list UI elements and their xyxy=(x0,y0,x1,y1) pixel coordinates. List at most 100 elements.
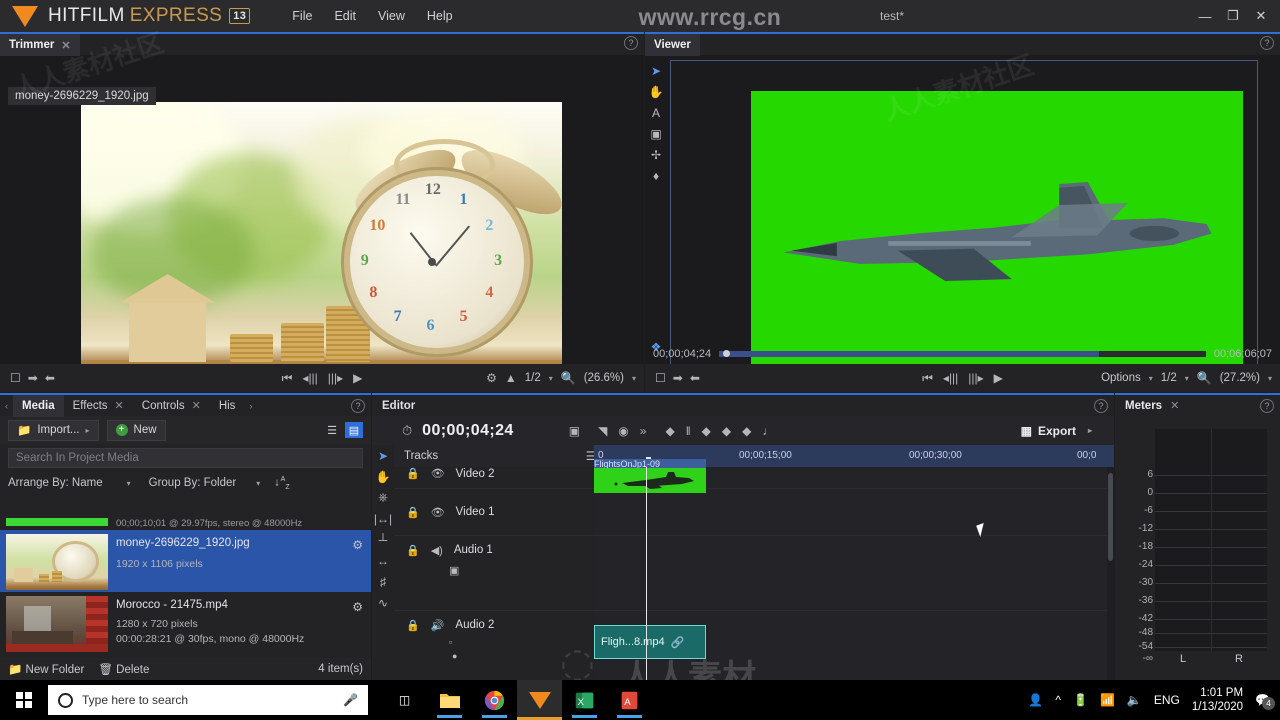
file-explorer-icon[interactable] xyxy=(427,680,472,720)
tab-effects[interactable]: Effects ✕ xyxy=(64,395,133,417)
hand-icon[interactable]: ✋ xyxy=(372,466,394,487)
loop-icon[interactable]: ☐ xyxy=(10,372,21,384)
keyframe-diamond-icon[interactable]: ◆ xyxy=(722,425,731,437)
step-back-icon[interactable]: ◂||| xyxy=(943,372,958,384)
export-button[interactable]: ▦ Export ▸ xyxy=(1021,424,1092,438)
timeline-row-audio1[interactable] xyxy=(594,536,1114,611)
tab-viewer[interactable]: Viewer xyxy=(645,34,700,56)
keyframe-diamond2-icon[interactable]: ◆ xyxy=(742,425,751,437)
chevron-down-icon-2[interactable]: ▾ xyxy=(632,374,636,383)
slip-icon[interactable]: ⎈ xyxy=(372,487,394,508)
help-icon[interactable]: ? xyxy=(1094,399,1108,413)
marker-record-icon[interactable]: ◉ xyxy=(618,425,628,437)
tabs-scroll-left-icon[interactable]: ‹ xyxy=(0,401,13,411)
chevron-down-icon-3[interactable]: ▾ xyxy=(1268,374,1272,383)
skip-start-icon[interactable]: ⏮ xyxy=(922,372,933,384)
microphone-icon[interactable]: 🎤 xyxy=(343,693,358,707)
excel-icon[interactable]: X xyxy=(562,680,607,720)
rate-curve-icon[interactable]: ∿ xyxy=(372,592,394,613)
loop-icon[interactable]: ☐ xyxy=(655,372,666,384)
list-item[interactable]: money-2696229_1920.jpg 1920 x 1106 pixel… xyxy=(0,530,371,592)
lock-icon[interactable]: 🔒 xyxy=(406,544,420,557)
set-in-icon[interactable]: ➡ xyxy=(28,372,38,384)
trimmer-quality[interactable]: 1/2 xyxy=(525,372,541,384)
keyframe-dot-icon[interactable]: ● xyxy=(452,651,457,661)
viewer-scrubber[interactable] xyxy=(719,350,1206,357)
viewer-options-label[interactable]: Options xyxy=(1101,372,1141,384)
lock-icon[interactable]: 🔒 xyxy=(406,619,420,632)
help-icon[interactable]: ? xyxy=(624,36,638,50)
magnifier-icon[interactable]: 🔍 xyxy=(1197,372,1212,384)
chevron-down-icon-2[interactable]: ▾ xyxy=(256,479,260,488)
tab-trimmer[interactable]: Trimmer ✕ xyxy=(0,34,80,56)
tabs-scroll-right-icon[interactable]: › xyxy=(244,401,257,411)
overwrite-icon[interactable]: ▲ xyxy=(505,372,517,384)
audio-clip[interactable]: Fligh...8.mp4 🔗 xyxy=(594,625,706,659)
detail-view-icon[interactable]: ▤ xyxy=(345,422,363,438)
language-indicator[interactable]: ENG xyxy=(1154,693,1180,707)
eye-icon[interactable]: 👁 xyxy=(431,506,445,519)
tab-media[interactable]: Media xyxy=(13,394,64,417)
tab-meters-label[interactable]: Meters xyxy=(1115,400,1162,412)
taskbar-search-input[interactable]: Type here to search 🎤 xyxy=(48,685,368,715)
link-icon[interactable]: 🔗 xyxy=(671,636,685,649)
chevron-down-icon-2[interactable]: ▾ xyxy=(1185,374,1189,383)
gear-icon[interactable]: ⚙ xyxy=(352,538,363,552)
audio-mix-icon[interactable]: ▣ xyxy=(449,564,459,577)
eye-icon[interactable]: 👁 xyxy=(431,467,445,480)
set-out-icon[interactable]: ⬅ xyxy=(690,372,700,384)
track-row-audio2[interactable]: 🔒 🔊 Audio 2 ▫ ● xyxy=(394,611,594,671)
chevron-down-icon[interactable]: ▾ xyxy=(127,479,131,488)
text-icon[interactable]: A xyxy=(645,102,667,123)
play-icon[interactable]: ▶ xyxy=(353,372,362,384)
speaker-icon[interactable]: ◀) xyxy=(431,544,443,557)
menu-edit[interactable]: Edit xyxy=(326,5,364,27)
help-icon[interactable]: ? xyxy=(1260,399,1274,413)
pdf-icon[interactable]: A xyxy=(607,680,652,720)
maximize-icon[interactable]: ❐ xyxy=(1220,3,1246,29)
list-item[interactable]: Morocco - 21475.mp4 1280 x 720 pixels 00… xyxy=(0,592,371,654)
scrollbar-thumb[interactable] xyxy=(1108,473,1113,561)
minimize-icon[interactable]: — xyxy=(1192,3,1218,29)
timeline-row-video2[interactable]: FlightsOnJp1-09 xyxy=(594,459,1114,493)
key-toggle-icon[interactable]: ‖ xyxy=(686,425,691,437)
group-by-select[interactable]: Group By: Folder xyxy=(149,477,237,489)
track-row-video1[interactable]: 🔒 👁 Video 1 xyxy=(394,489,594,536)
magnifier-icon[interactable]: 🔍 xyxy=(561,372,576,384)
volume-icon[interactable]: 🔈 xyxy=(1127,693,1142,707)
set-in-icon[interactable]: ➡ xyxy=(673,372,683,384)
wifi-icon[interactable]: 📶 xyxy=(1100,693,1115,707)
select-icon[interactable]: ➤ xyxy=(372,445,394,466)
audio-level-icon[interactable]: ▫ xyxy=(449,637,452,647)
hitfilm-icon[interactable] xyxy=(517,680,562,720)
lock-icon[interactable]: 🔒 xyxy=(406,467,420,480)
help-icon[interactable]: ? xyxy=(1260,36,1274,50)
close-icon[interactable]: ✕ xyxy=(192,399,201,412)
play-icon[interactable]: ▶ xyxy=(994,372,1003,384)
move-icon[interactable]: ✢ xyxy=(645,144,667,165)
keyframe-motion-icon[interactable]: ♩ xyxy=(762,425,774,437)
new-button[interactable]: + New xyxy=(106,419,166,441)
chevron-right-icon[interactable]: ▸ xyxy=(1088,426,1092,435)
chevron-down-icon[interactable]: ▾ xyxy=(549,374,553,383)
key-prev-icon[interactable]: ◆ xyxy=(665,425,674,437)
close-icon[interactable]: ✕ xyxy=(61,39,70,52)
viewer-quality[interactable]: 1/2 xyxy=(1161,372,1177,384)
search-input[interactable]: Search In Project Media xyxy=(8,448,363,468)
tab-history[interactable]: His xyxy=(210,395,245,417)
hand-icon[interactable]: ✋ xyxy=(645,81,667,102)
track-row-audio1[interactable]: 🔒 ◀) Audio 1 ▣ xyxy=(394,536,594,611)
skip-start-icon[interactable]: ⏮ xyxy=(282,372,293,384)
help-icon[interactable]: ? xyxy=(351,399,365,413)
timeline-vertical-scrollbar[interactable] xyxy=(1107,467,1114,680)
close-icon[interactable]: ✕ xyxy=(1170,399,1179,412)
media-item-list[interactable]: 00;00;10;01 @ 29.97fps, stereo @ 48000Hz… xyxy=(0,518,371,656)
speaker-icon[interactable]: 🔊 xyxy=(431,619,445,632)
import-button[interactable]: 📁 Import... ▸ xyxy=(8,419,99,441)
people-icon[interactable]: 👤 xyxy=(1028,693,1043,707)
slide-icon[interactable]: |↔| xyxy=(372,508,394,529)
track-select-icon[interactable]: ♯ xyxy=(372,571,394,592)
taskbar-clock[interactable]: 1:01 PM 1/13/2020 xyxy=(1192,686,1243,714)
tab-editor-label[interactable]: Editor xyxy=(372,400,415,412)
task-view-icon[interactable]: ◫ xyxy=(382,680,427,720)
